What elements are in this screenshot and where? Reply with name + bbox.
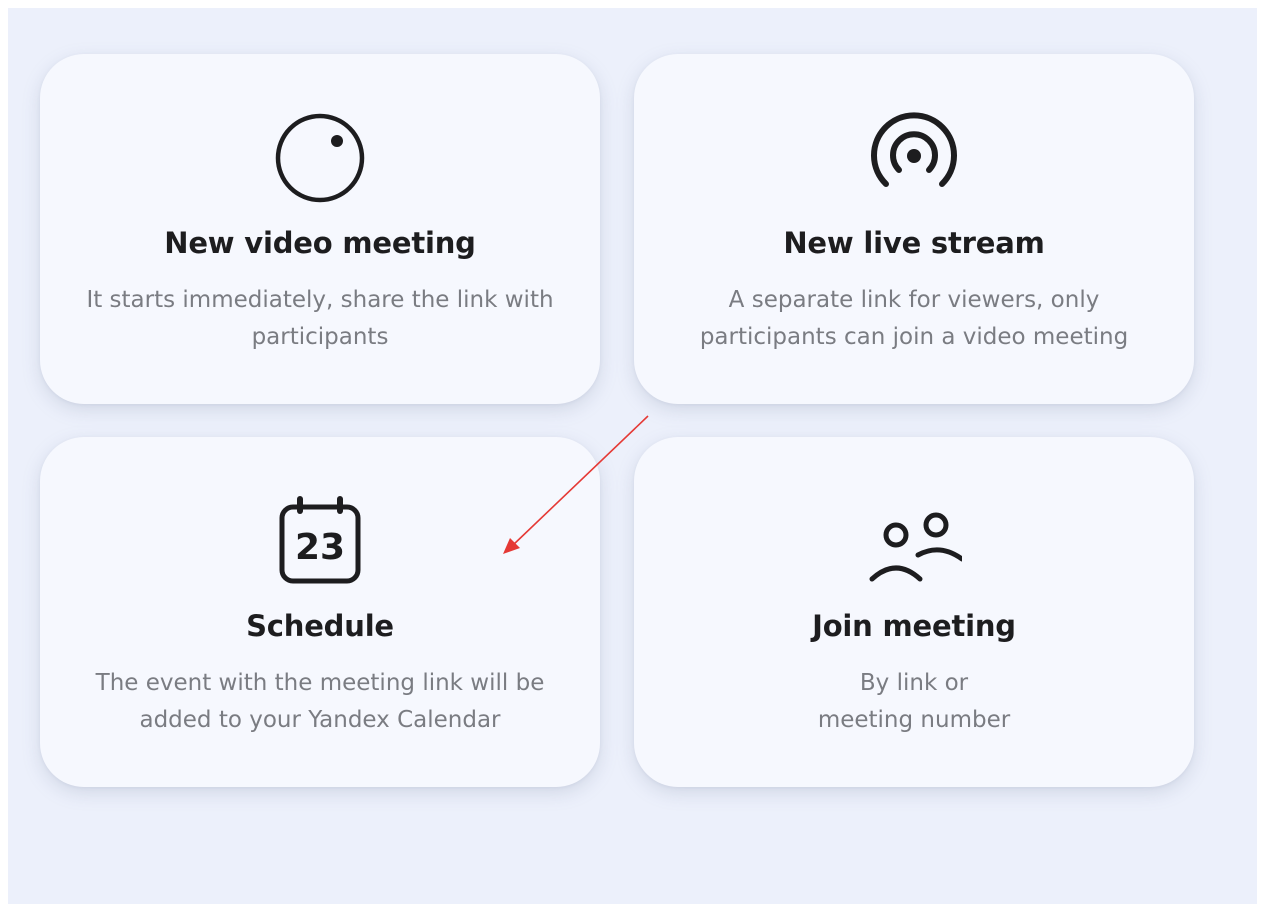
card-description-line: added to your Yandex Calendar (139, 707, 501, 733)
card-description: It starts immediately, share the link wi… (60, 282, 580, 356)
card-title: New video meeting (164, 226, 476, 260)
calendar-day-number: 23 (295, 527, 345, 568)
card-title: Schedule (246, 609, 394, 643)
card-description-line: It starts immediately, share the link wi… (86, 287, 554, 313)
card-title: New live stream (783, 226, 1045, 260)
options-panel: New video meeting It starts immediately,… (8, 8, 1257, 904)
people-icon (866, 493, 962, 589)
card-description-line: meeting number (817, 707, 1011, 733)
card-description: A separate link for viewers, only partic… (654, 282, 1174, 356)
card-description-line: participants can join a video meeting (699, 324, 1129, 350)
card-description-line: The event with the meeting link will be (95, 670, 545, 696)
card-description: By link or meeting number (654, 665, 1174, 739)
calendar-icon: 23 (272, 493, 368, 589)
broadcast-icon (866, 110, 962, 206)
card-description-line: A separate link for viewers, only (728, 287, 1100, 313)
video-camera-icon (272, 110, 368, 206)
card-description-line: By link or (859, 670, 969, 696)
card-description: The event with the meeting link will be … (60, 665, 580, 739)
schedule-card[interactable]: 23 Schedule The event with the meeting l… (40, 437, 600, 787)
card-description-line: participants (251, 324, 389, 350)
join-meeting-card[interactable]: Join meeting By link or meeting number (634, 437, 1194, 787)
new-live-stream-card[interactable]: New live stream A separate link for view… (634, 54, 1194, 404)
new-video-meeting-card[interactable]: New video meeting It starts immediately,… (40, 54, 600, 404)
card-title: Join meeting (812, 609, 1016, 643)
